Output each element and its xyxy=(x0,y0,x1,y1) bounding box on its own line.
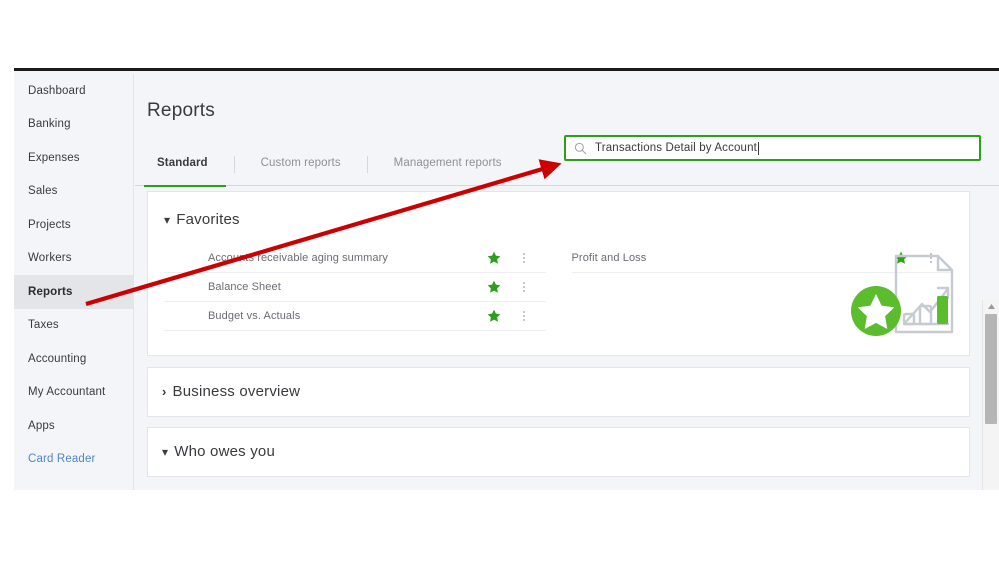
tab-standard[interactable]: Standard xyxy=(157,154,208,169)
page-title: Reports xyxy=(147,100,215,122)
report-name: Accounts receivable aging summary xyxy=(164,252,486,264)
section-card-who-owes-you: ▾ Who owes you xyxy=(147,427,970,477)
report-row[interactable]: Balance Sheet xyxy=(164,273,546,302)
search-input-value: Transactions Detail by Account xyxy=(595,142,757,154)
sidebar-item-dashboard[interactable]: Dashboard xyxy=(14,74,133,108)
report-options-menu-icon[interactable] xyxy=(518,308,530,324)
scroll-up-arrow-icon[interactable] xyxy=(983,300,999,313)
section-card-favorites: ▾ Favorites Accounts receivable aging su… xyxy=(147,191,970,356)
sidebar-item-label: Apps xyxy=(28,420,55,432)
favorites-column-right: Profit and Loss xyxy=(572,244,954,331)
favorite-star-icon[interactable] xyxy=(486,308,502,324)
sidebar-item-label: Card Reader xyxy=(28,453,96,465)
sidebar-item-banking[interactable]: Banking xyxy=(14,108,133,142)
sidebar-item-reports[interactable]: Reports xyxy=(14,275,133,309)
section-title: Who owes you xyxy=(174,443,275,460)
reports-scroll-region: ▾ Favorites Accounts receivable aging su… xyxy=(135,187,999,490)
search-field[interactable]: Transactions Detail by Account xyxy=(564,135,981,161)
sidebar-item-workers[interactable]: Workers xyxy=(14,242,133,276)
vertical-scrollbar[interactable] xyxy=(982,300,999,490)
reports-list: ▾ Favorites Accounts receivable aging su… xyxy=(135,187,982,490)
report-options-menu-icon[interactable] xyxy=(925,250,937,266)
section-title: Business overview xyxy=(173,383,301,400)
sidebar-item-card-reader[interactable]: Card Reader xyxy=(14,443,133,477)
app-window: Dashboard Banking Expenses Sales Project… xyxy=(14,68,999,490)
sidebar-item-apps[interactable]: Apps xyxy=(14,409,133,443)
sidebar-item-label: Taxes xyxy=(28,319,59,331)
chevron-down-icon: ▾ xyxy=(162,446,168,458)
tab-custom-reports[interactable]: Custom reports xyxy=(261,154,341,169)
section-header-favorites[interactable]: ▾ Favorites xyxy=(164,211,240,228)
section-header-business-overview[interactable]: › Business overview xyxy=(162,383,300,400)
sidebar-item-expenses[interactable]: Expenses xyxy=(14,141,133,175)
tab-slot-custom-reports: Custom reports xyxy=(235,154,367,169)
report-name: Profit and Loss xyxy=(572,252,894,264)
sidebar-item-label: Banking xyxy=(28,118,71,130)
sidebar-item-label: Reports xyxy=(28,286,73,298)
sidebar-item-label: Dashboard xyxy=(28,85,86,97)
screenshot-root: Dashboard Banking Expenses Sales Project… xyxy=(0,0,999,562)
tab-slot-management-reports: Management reports xyxy=(368,154,528,169)
sidebar-item-label: Workers xyxy=(28,252,72,264)
section-title: Favorites xyxy=(176,211,240,228)
sidebar-item-label: Accounting xyxy=(28,353,86,365)
tab-management-reports[interactable]: Management reports xyxy=(394,154,502,169)
favorites-column-left: Accounts receivable aging summary Balanc… xyxy=(164,244,546,331)
sidebar-item-label: Expenses xyxy=(28,152,80,164)
search-icon xyxy=(574,142,587,155)
section-header-who-owes-you[interactable]: ▾ Who owes you xyxy=(162,443,275,460)
favorite-star-icon[interactable] xyxy=(486,279,502,295)
section-card-business-overview: › Business overview xyxy=(147,367,970,417)
report-options-menu-icon[interactable] xyxy=(518,250,530,266)
tab-label: Management reports xyxy=(394,157,502,169)
text-cursor xyxy=(758,142,759,155)
favorite-star-icon[interactable] xyxy=(486,250,502,266)
tab-label: Standard xyxy=(157,157,208,169)
sidebar-item-label: Projects xyxy=(28,219,71,231)
sidebar-item-label: Sales xyxy=(28,185,58,197)
main-content: Reports Standard Custom reports xyxy=(135,74,999,490)
favorite-star-icon[interactable] xyxy=(893,250,909,266)
report-row[interactable]: Accounts receivable aging summary xyxy=(164,244,546,273)
sidebar-item-my-accountant[interactable]: My Accountant xyxy=(14,376,133,410)
sidebar: Dashboard Banking Expenses Sales Project… xyxy=(14,74,134,490)
scrollbar-thumb[interactable] xyxy=(985,314,997,424)
sidebar-item-sales[interactable]: Sales xyxy=(14,175,133,209)
tab-label: Custom reports xyxy=(261,157,341,169)
sidebar-item-accounting[interactable]: Accounting xyxy=(14,342,133,376)
sidebar-item-projects[interactable]: Projects xyxy=(14,208,133,242)
report-name: Budget vs. Actuals xyxy=(164,310,486,322)
chevron-down-icon: ▾ xyxy=(164,214,170,226)
report-name: Balance Sheet xyxy=(164,281,486,293)
sidebar-item-taxes[interactable]: Taxes xyxy=(14,309,133,343)
favorites-columns: Accounts receivable aging summary Balanc… xyxy=(164,244,953,331)
report-row[interactable]: Budget vs. Actuals xyxy=(164,302,546,331)
chevron-right-icon: › xyxy=(162,385,167,398)
report-row[interactable]: Profit and Loss xyxy=(572,244,954,273)
report-options-menu-icon[interactable] xyxy=(518,279,530,295)
sidebar-item-label: My Accountant xyxy=(28,386,105,398)
tab-slot-standard: Standard xyxy=(135,154,234,169)
